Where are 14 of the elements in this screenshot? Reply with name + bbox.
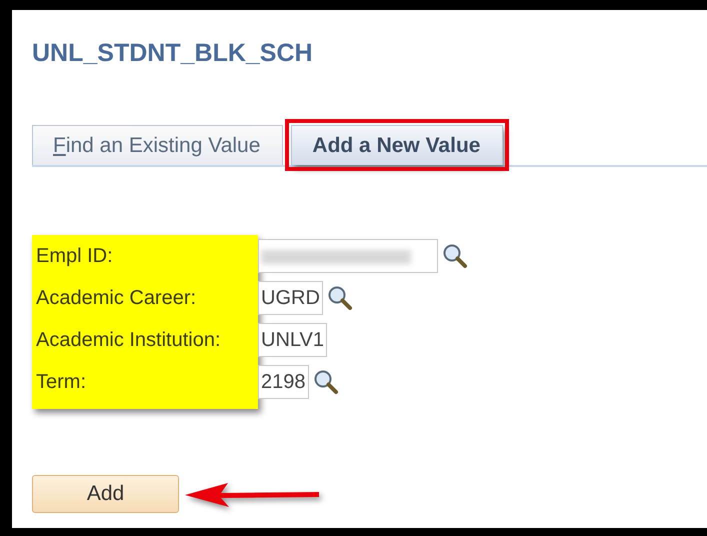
input-field[interactable]: UNLV1 [258, 323, 327, 357]
search-icon[interactable] [442, 243, 468, 269]
search-icon[interactable] [312, 369, 338, 395]
input-field[interactable] [258, 239, 438, 273]
field-label: Academic Institution: [35, 328, 222, 353]
search-icon[interactable] [326, 285, 353, 311]
tab[interactable]: Find an Existing Value [32, 125, 284, 165]
add-button[interactable]: Add [32, 475, 179, 513]
input-field[interactable]: 2198 [258, 365, 308, 399]
field-label: Term: [35, 370, 87, 395]
page-title: UNL_STDNT_BLK_SCH [32, 38, 313, 68]
input-field[interactable]: UGRD [258, 281, 323, 315]
field-label: Empl ID: [35, 244, 114, 269]
field-label: Academic Career: [35, 286, 198, 311]
